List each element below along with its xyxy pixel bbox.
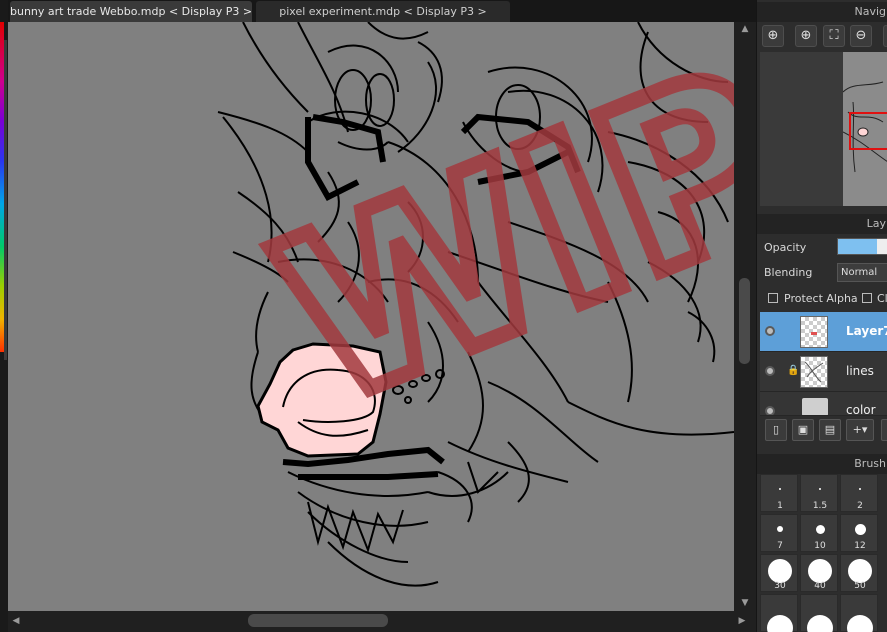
brush-dot-icon bbox=[847, 615, 873, 632]
add-layer-menu-icon[interactable]: +▾ bbox=[846, 419, 874, 441]
brush-size-label: 10 bbox=[814, 541, 826, 551]
fit-to-screen-icon[interactable]: ⛶ bbox=[823, 25, 845, 47]
vertical-scroll-thumb[interactable] bbox=[739, 278, 750, 364]
brush-size-7[interactable]: 7 bbox=[760, 514, 798, 552]
brush-size-50[interactable]: 50 bbox=[840, 554, 878, 592]
document-tab-bar: bunny art trade Webbo.mdp < Display P3 >… bbox=[8, 0, 756, 22]
navigator-more-icon[interactable] bbox=[883, 25, 887, 47]
visibility-eye-icon[interactable] bbox=[765, 406, 775, 415]
brush-dot-icon bbox=[854, 523, 866, 535]
tab-pixel-experiment[interactable]: pixel experiment.mdp < Display P3 > bbox=[256, 1, 510, 22]
zoom-out-icon[interactable]: ⊖ bbox=[850, 25, 872, 47]
navigator-background bbox=[760, 52, 843, 206]
clipping-checkbox[interactable] bbox=[862, 293, 872, 303]
duplicate-layer-icon[interactable]: ▣ bbox=[792, 419, 814, 441]
brush-panel-title: Brush bbox=[757, 454, 887, 474]
brush-dot-icon bbox=[807, 615, 833, 632]
protect-alpha-label: Protect Alpha bbox=[784, 292, 858, 305]
brush-size-label: 2 bbox=[857, 501, 863, 511]
lock-icon[interactable]: 🔒 bbox=[787, 365, 799, 376]
brush-dot-icon bbox=[859, 488, 861, 490]
scroll-right-arrow-icon[interactable]: ▶ bbox=[734, 616, 750, 626]
opacity-slider[interactable] bbox=[837, 238, 887, 255]
navigator-panel-title: Navig bbox=[757, 2, 887, 22]
brush-size-label: 12 bbox=[854, 541, 866, 551]
visibility-eye-icon[interactable] bbox=[765, 326, 775, 336]
opacity-slider-fill bbox=[838, 239, 878, 254]
layer-tool-more-icon[interactable] bbox=[881, 419, 887, 441]
brush-dot-icon bbox=[819, 488, 821, 490]
vertical-scrollbar[interactable]: ▲ ▼ bbox=[734, 22, 756, 611]
scroll-down-arrow-icon[interactable]: ▼ bbox=[737, 598, 753, 608]
brush-dot-icon bbox=[779, 488, 781, 490]
brush-size-label: 7 bbox=[777, 541, 783, 551]
brush-size-label: 1.5 bbox=[812, 501, 828, 511]
blending-label: Blending bbox=[764, 266, 813, 279]
brush-dot-icon bbox=[768, 559, 792, 583]
brush-dot-icon bbox=[815, 524, 825, 534]
layer-name: lines bbox=[846, 364, 874, 378]
brush-size-label: 1 bbox=[777, 501, 783, 511]
clipping-label: Cl bbox=[877, 292, 887, 305]
blending-mode-select[interactable]: Normal bbox=[837, 263, 887, 282]
layer-thumbnail bbox=[800, 316, 828, 348]
brush-size-label: 40 bbox=[814, 581, 826, 591]
brush-size-1-5[interactable]: 1.5 bbox=[800, 474, 838, 512]
navigator-view-rect[interactable] bbox=[849, 112, 887, 150]
wip-watermark: WIP bbox=[247, 22, 734, 457]
layer-name: Layer7 bbox=[846, 324, 887, 338]
scroll-up-arrow-icon[interactable]: ▲ bbox=[737, 24, 753, 34]
brush-size-extra[interactable] bbox=[760, 594, 798, 632]
brush-size-extra[interactable] bbox=[840, 594, 878, 632]
new-layer-icon[interactable]: ▯ bbox=[765, 419, 787, 441]
horizontal-scroll-thumb[interactable] bbox=[248, 614, 388, 627]
visibility-eye-icon[interactable] bbox=[765, 366, 775, 376]
brush-dot-icon bbox=[808, 559, 832, 583]
brush-size-40[interactable]: 40 bbox=[800, 554, 838, 592]
layers-panel-title: Lay bbox=[757, 214, 887, 234]
brush-size-12[interactable]: 12 bbox=[840, 514, 878, 552]
new-folder-icon[interactable]: ▤ bbox=[819, 419, 841, 441]
brush-dot-icon bbox=[767, 615, 793, 632]
brush-size-10[interactable]: 10 bbox=[800, 514, 838, 552]
layer-row-layer7[interactable]: Layer7 bbox=[760, 312, 887, 352]
layer-row-color-folder[interactable]: color bbox=[760, 392, 887, 416]
tab-bunny-art-trade[interactable]: bunny art trade Webbo.mdp < Display P3 > bbox=[10, 1, 252, 22]
brush-size-label: 50 bbox=[854, 581, 866, 591]
layer-name: color bbox=[846, 403, 876, 416]
artwork: WIP bbox=[217, 22, 734, 587]
folder-icon bbox=[802, 398, 828, 415]
left-toolbar-strip bbox=[0, 0, 8, 632]
brush-size-1[interactable]: 1 bbox=[760, 474, 798, 512]
zoom-in-icon[interactable]: ⊕ bbox=[762, 25, 784, 47]
opacity-label: Opacity bbox=[764, 241, 807, 254]
brush-size-label: 30 bbox=[774, 581, 786, 591]
brush-size-extra[interactable] bbox=[800, 594, 838, 632]
left-panel-handle[interactable] bbox=[4, 40, 7, 360]
layer-row-lines[interactable]: 🔒 lines bbox=[760, 352, 887, 392]
brush-dot-icon bbox=[777, 526, 783, 532]
brush-size-2[interactable]: 2 bbox=[840, 474, 878, 512]
brush-size-30[interactable]: 30 bbox=[760, 554, 798, 592]
right-panel: Navig ⊕ ⊕ ⛶ ⊖ Lay Opacity Blending Norma… bbox=[756, 0, 887, 632]
zoom-in-magnifier-icon[interactable]: ⊕ bbox=[795, 25, 817, 47]
protect-alpha-checkbox[interactable] bbox=[768, 293, 778, 303]
drawing-canvas[interactable]: WIP bbox=[8, 22, 734, 611]
horizontal-scrollbar[interactable]: ◀ ▶ bbox=[8, 611, 756, 632]
brush-dot-icon bbox=[848, 559, 872, 583]
layer-thumbnail bbox=[800, 356, 828, 388]
scroll-left-arrow-icon[interactable]: ◀ bbox=[8, 616, 24, 626]
